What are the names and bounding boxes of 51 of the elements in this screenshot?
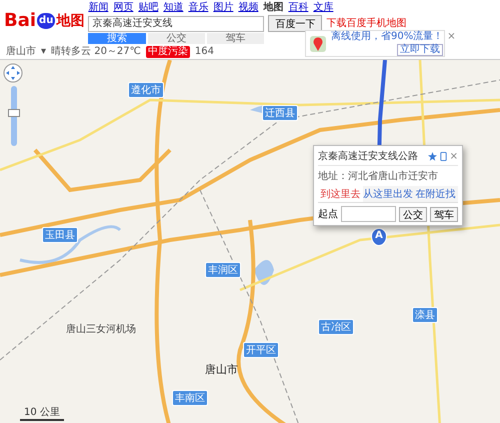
weather-text: 晴转多云 20～27℃ <box>51 46 141 58</box>
nav-link[interactable]: 视频 <box>238 2 258 14</box>
star-icon[interactable] <box>428 152 437 160</box>
caret-icon[interactable]: ▾ <box>41 46 46 58</box>
district-label: 迁西县 <box>262 105 298 121</box>
route-button[interactable]: 公交 <box>399 206 427 222</box>
district-label: 丰润区 <box>205 262 241 278</box>
district-label: 玉田县 <box>42 227 78 243</box>
district-label: 丰南区 <box>172 390 208 406</box>
search-mode-tab[interactable]: 驾车 <box>206 33 264 44</box>
start-field[interactable] <box>341 206 396 222</box>
nav-link[interactable]: 贴吧 <box>138 2 158 14</box>
aqi-value: 164 <box>194 46 214 58</box>
route-button[interactable]: 驾车 <box>430 206 458 222</box>
search-mode-tab[interactable]: 公交 <box>148 33 205 44</box>
nav-link[interactable]: 图片 <box>213 2 234 14</box>
zoom-slider[interactable] <box>11 86 17 146</box>
zoom-slider-thumb[interactable] <box>8 109 20 118</box>
start-label: 起点 <box>318 208 338 221</box>
place-title: 京秦高速迁安支线公路 <box>318 150 418 163</box>
download-app-link[interactable]: 下载百度手机地图 <box>326 18 406 30</box>
nav-link[interactable]: 百科 <box>288 2 308 14</box>
search-field[interactable]: 京秦高速迁安支线 <box>88 16 264 32</box>
pan-control-icon[interactable] <box>3 63 23 83</box>
address-text: 地址：河北省唐山市迁安市 <box>318 170 439 183</box>
search-button[interactable]: 百度一下 <box>268 15 322 32</box>
search-mode-tab[interactable]: 搜索 <box>88 33 146 44</box>
route-tab[interactable]: 在附近找 <box>413 186 458 202</box>
nav-link[interactable]: 新闻 <box>88 2 108 14</box>
nav-link[interactable]: 文库 <box>313 2 334 14</box>
airport-label: 唐山三女河机场 <box>66 322 136 336</box>
nav-link[interactable]: 音乐 <box>188 2 208 14</box>
close-button[interactable]: × <box>450 150 458 162</box>
nav-link[interactable]: 网页 <box>113 2 134 14</box>
nav-link[interactable]: 地图 <box>263 2 284 14</box>
route-tab[interactable]: 从这里出发 <box>363 186 413 202</box>
map-scale: 10 公里 <box>20 405 64 421</box>
promo-text: 离线使用，省90%流量！ <box>331 31 444 43</box>
city-selector[interactable]: 唐山市 <box>6 46 36 58</box>
map-marker[interactable]: A <box>371 228 387 246</box>
close-button[interactable]: × <box>447 31 456 43</box>
download-button[interactable]: 立即下载 <box>397 44 444 56</box>
map-pin-icon <box>309 34 327 52</box>
district-label: 开平区 <box>243 342 279 358</box>
phone-icon[interactable] <box>440 152 447 160</box>
air-quality-badge: 中度污染 <box>146 46 190 58</box>
district-label: 遵化市 <box>128 82 164 98</box>
district-label: 滦县 <box>412 307 438 323</box>
district-label: 古冶区 <box>318 319 354 335</box>
nav-link[interactable]: 知道 <box>163 2 184 14</box>
city-label: 唐山市 <box>205 362 238 377</box>
